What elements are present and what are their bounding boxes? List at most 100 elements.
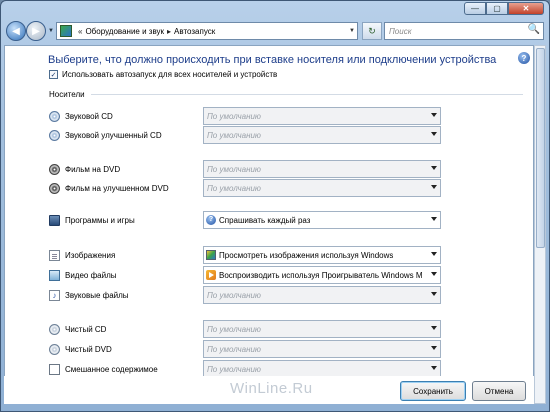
window-caption-buttons: — ▢ ✕: [464, 2, 544, 16]
enhanced-dvd-movie-select[interactable]: По умолчанию: [203, 179, 441, 197]
media-label: Изображения: [65, 251, 116, 260]
watermark: WinLine.Ru: [230, 380, 313, 397]
scrollbar-thumb[interactable]: [536, 48, 545, 248]
chevron-down-icon: [431, 326, 437, 330]
help-icon[interactable]: ?: [518, 52, 530, 64]
programs-games-select[interactable]: ? Спрашивать каждый раз: [203, 211, 441, 229]
dvd-movie-select[interactable]: По умолчанию: [203, 160, 441, 178]
media-row-audio-files: ♪ Звуковые файлы По умолчанию: [49, 286, 441, 304]
enhanced-audio-cd-select[interactable]: По умолчанию: [203, 126, 441, 144]
media-row-video-files: Видео файлы Воспроизводить используя Про…: [49, 266, 441, 284]
media-row-programs-games: Программы и игры ? Спрашивать каждый раз: [49, 211, 441, 229]
chevron-down-icon: [431, 166, 437, 170]
media-label: Смешанное содержимое: [65, 365, 158, 374]
pictures-icon: [49, 250, 60, 261]
address-bar[interactable]: « Оборудование и звук ▸ Автозапуск ▼: [56, 22, 358, 40]
chevron-down-icon: [431, 132, 437, 136]
minimize-button[interactable]: —: [464, 2, 486, 15]
autoplay-all-checkbox[interactable]: ✓: [49, 70, 58, 79]
programs-games-icon: [49, 215, 60, 226]
media-row-audio-cd: Звуковой CD По умолчанию: [49, 107, 441, 125]
blank-cd-icon: [49, 324, 60, 335]
content-pane: ? Выберите, что должно происходить при в…: [4, 45, 534, 404]
select-value: По умолчанию: [207, 130, 261, 140]
page-title: Выберите, что должно происходить при вст…: [48, 54, 497, 66]
audio-files-icon: ♪: [49, 290, 60, 301]
refresh-button[interactable]: ↻: [362, 22, 382, 40]
control-panel-icon: [60, 25, 72, 37]
audio-cd-select[interactable]: По умолчанию: [203, 107, 441, 125]
media-row-enhanced-audio-cd: Звуковой улучшенный CD По умолчанию: [49, 126, 441, 144]
media-row-dvd-movie: Фильм на DVD По умолчанию: [49, 160, 441, 178]
breadcrumb-separator[interactable]: ▸: [167, 27, 171, 36]
enhanced-dvd-movie-icon: [49, 183, 60, 194]
mixed-content-icon: [49, 364, 60, 375]
video-files-icon: [49, 270, 60, 281]
search-icon[interactable]: 🔍: [528, 24, 540, 35]
chevron-down-icon: [431, 292, 437, 296]
audio-cd-icon: [49, 111, 60, 122]
enhanced-audio-cd-icon: [49, 130, 60, 141]
media-label: Чистый CD: [65, 325, 107, 334]
address-dropdown-icon[interactable]: ▼: [349, 28, 355, 34]
select-value: Просмотреть изображения используя Window…: [219, 250, 394, 260]
back-button[interactable]: ◀: [6, 21, 26, 41]
select-value: По умолчанию: [207, 290, 261, 300]
blank-dvd-icon: [49, 344, 60, 355]
select-value: По умолчанию: [207, 344, 261, 354]
autoplay-all-checkbox-row[interactable]: ✓ Использовать автозапуск для всех носит…: [49, 70, 277, 79]
media-label: Видео файлы: [65, 271, 117, 280]
media-row-enhanced-dvd-movie: Фильм на улучшенном DVD По умолчанию: [49, 179, 441, 197]
autoplay-all-label[interactable]: Использовать автозапуск для всех носител…: [62, 70, 277, 79]
cancel-button[interactable]: Отмена: [472, 381, 526, 401]
search-placeholder: Поиск: [389, 26, 412, 36]
vertical-scrollbar[interactable]: [534, 45, 546, 404]
dvd-movie-icon: [49, 164, 60, 175]
breadcrumb-hardware-sound[interactable]: Оборудование и звук: [85, 27, 164, 36]
media-label: Звуковой улучшенный CD: [65, 131, 162, 140]
question-icon: ?: [206, 215, 216, 225]
select-value: Воспроизводить используя Проигрыватель W…: [219, 270, 423, 280]
recent-pages-dropdown[interactable]: ▼: [48, 28, 54, 34]
media-label: Фильм на улучшенном DVD: [65, 184, 169, 193]
chevron-down-icon: [431, 252, 437, 256]
media-row-blank-dvd: Чистый DVD По умолчанию: [49, 340, 441, 358]
image-viewer-icon: [206, 250, 216, 260]
select-value: Спрашивать каждый раз: [219, 215, 311, 225]
search-input[interactable]: Поиск 🔍: [384, 22, 544, 40]
maximize-button[interactable]: ▢: [486, 2, 508, 15]
select-value: По умолчанию: [207, 324, 261, 334]
section-divider: [90, 94, 523, 95]
chevron-down-icon: [431, 366, 437, 370]
select-value: По умолчанию: [207, 111, 261, 121]
video-files-select[interactable]: Воспроизводить используя Проигрыватель W…: [203, 266, 441, 284]
media-label: Программы и игры: [65, 216, 135, 225]
save-button[interactable]: Сохранить: [400, 381, 466, 401]
blank-cd-select[interactable]: По умолчанию: [203, 320, 441, 338]
audio-files-select[interactable]: По умолчанию: [203, 286, 441, 304]
chevron-down-icon: [431, 113, 437, 117]
chevron-down-icon: [431, 217, 437, 221]
chevron-down-icon: [431, 185, 437, 189]
select-value: По умолчанию: [207, 164, 261, 174]
media-section-label: Носители: [49, 90, 85, 99]
media-player-icon: [206, 270, 216, 280]
chevron-down-icon: [431, 272, 437, 276]
chevron-down-icon: [431, 346, 437, 350]
media-row-pictures: Изображения Просмотреть изображения испо…: [49, 246, 441, 264]
close-button[interactable]: ✕: [508, 2, 544, 15]
media-label: Звуковые файлы: [65, 291, 129, 300]
blank-dvd-select[interactable]: По умолчанию: [203, 340, 441, 358]
media-label: Фильм на DVD: [65, 165, 121, 174]
media-label: Звуковой CD: [65, 112, 113, 121]
navigation-bar: ◀ ▶ ▼ « Оборудование и звук ▸ Автозапуск…: [4, 18, 546, 44]
pictures-select[interactable]: Просмотреть изображения используя Window…: [203, 246, 441, 264]
breadcrumb-overflow[interactable]: «: [78, 27, 82, 36]
select-value: По умолчанию: [207, 183, 261, 193]
select-value: По умолчанию: [207, 364, 261, 374]
media-label: Чистый DVD: [65, 345, 112, 354]
media-row-blank-cd: Чистый CD По умолчанию: [49, 320, 441, 338]
forward-button[interactable]: ▶: [26, 21, 46, 41]
media-section-header: Носители: [49, 90, 523, 99]
breadcrumb-autoplay[interactable]: Автозапуск: [174, 27, 215, 36]
